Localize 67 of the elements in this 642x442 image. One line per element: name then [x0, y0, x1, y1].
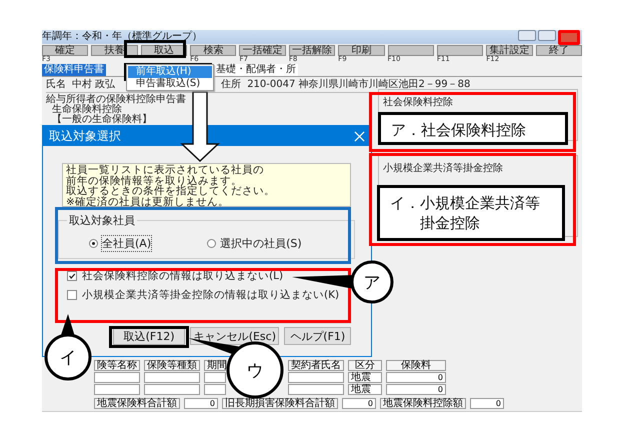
input-field[interactable] [204, 384, 226, 395]
input-field[interactable] [94, 372, 140, 383]
column-header: 保険等種類 [144, 360, 200, 371]
group-title: 取込対象社員 [68, 213, 136, 228]
note-marker: ア． [391, 120, 421, 140]
name-label: 氏名 [46, 79, 66, 91]
info-message: 社員一覧リストに表示されている社員の 前年の保険情報等を取り込みます。 取込するときの条件を指定してください。 ※確定済の社員は更新しません。 [62, 163, 351, 207]
checkbox[interactable] [67, 271, 77, 281]
column-header: 契約者氏名 [288, 360, 344, 371]
checkbox[interactable] [67, 290, 77, 300]
category-dropdown[interactable]: 地震 [348, 372, 382, 383]
group-title: 生命保険料控除 [51, 105, 122, 115]
section-title: 給与所得者の保険料控除申告書 [46, 95, 187, 105]
total-label: 旧長期損害保険料合計額 [222, 398, 338, 409]
tab[interactable]: 保険料申告書 [42, 64, 106, 76]
employee-address: 210-0047 神奈川県川崎市川崎区池田2－99－88 [247, 79, 470, 91]
highlight-frame [124, 40, 186, 58]
input-field[interactable] [94, 384, 140, 395]
input-field[interactable] [288, 372, 344, 383]
column-header: 期間 [204, 360, 226, 371]
address-label: 住所 [221, 79, 242, 91]
minimize-icon[interactable] [518, 30, 536, 40]
input-field[interactable] [144, 372, 200, 383]
group-heading: 【一般の生命保険料】 [51, 115, 153, 125]
amount-field[interactable]: 0 [386, 384, 446, 395]
toolbar-button[interactable]: 扶養 [91, 45, 138, 56]
toolbar-button[interactable]: 一括解除 [288, 45, 336, 56]
total-label: 地震保険料控除額 [380, 398, 466, 409]
employee-name: 中村 政弘 [72, 79, 116, 91]
checkbox-label[interactable]: 小規模企業共済等掛金控除の情報は取り込まない(K) [82, 288, 340, 302]
group-title: 社会保険料控除 [383, 97, 453, 108]
toolbar-button[interactable]: 確定 [42, 45, 88, 56]
column-header: 区分 [348, 360, 382, 371]
menu-item[interactable]: 前年取込(H) [128, 66, 212, 78]
note-marker: イ． [390, 193, 420, 213]
tab[interactable]: 基礎・配偶者・所 [214, 64, 298, 76]
column-header: 険等名称 [94, 360, 140, 371]
toolbar-button[interactable]: 一括確定 [239, 45, 286, 56]
dialog-title: 取込対象選択 [49, 128, 121, 144]
dialog-button[interactable]: ヘルプ(F1) [284, 327, 351, 345]
toolbar-button[interactable]: 集計設定 [486, 45, 533, 56]
blank-toolbar-button[interactable] [436, 45, 484, 56]
category-dropdown[interactable]: 地震 [348, 384, 382, 395]
amount-field[interactable]: 0 [386, 372, 446, 383]
radio-button[interactable] [89, 239, 98, 248]
total-value: 0 [342, 398, 376, 409]
input-field[interactable] [144, 384, 200, 395]
input-field[interactable] [204, 372, 226, 383]
total-value: 0 [184, 398, 218, 409]
maximize-icon[interactable] [538, 30, 556, 40]
radio-button[interactable] [207, 239, 216, 248]
blank-toolbar-button[interactable] [388, 45, 434, 56]
note-text: 小規模企業共済等掛金控除 [420, 193, 541, 233]
close-icon[interactable] [558, 30, 580, 44]
total-value: 0 [470, 398, 504, 409]
toolbar-button[interactable]: 印刷 [338, 45, 385, 56]
toolbar-button[interactable]: 終了 [536, 45, 582, 56]
checkbox-label[interactable]: 社会保険料控除の情報は取り込まない(L) [82, 269, 284, 283]
note-text: 社会保険料控除 [421, 120, 527, 140]
toolbar-button[interactable]: 検索 [190, 45, 236, 56]
total-label: 地震保険料合計額 [94, 398, 180, 409]
column-header: 保険料 [386, 360, 446, 371]
input-field[interactable] [288, 384, 344, 395]
radio-label[interactable]: 全社員(A) [102, 236, 152, 251]
radio-label[interactable]: 選択中の社員(S) [220, 236, 302, 251]
group-title: 小規模企業共済等掛金控除 [383, 163, 503, 174]
menu-item[interactable]: 申告書取込(S) [128, 78, 212, 90]
